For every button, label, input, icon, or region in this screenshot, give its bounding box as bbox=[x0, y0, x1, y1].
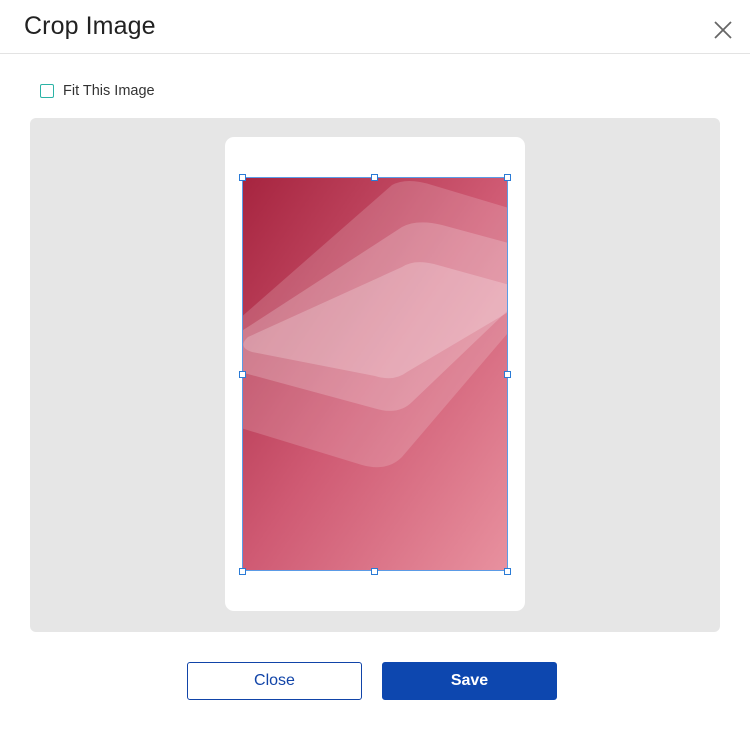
fit-image-checkbox[interactable] bbox=[40, 84, 54, 98]
fit-image-option: Fit This Image bbox=[40, 82, 155, 100]
dialog-title: Crop Image bbox=[24, 12, 156, 40]
crop-handle-top-center[interactable] bbox=[371, 174, 378, 181]
close-icon[interactable] bbox=[710, 17, 736, 43]
crop-canvas bbox=[30, 118, 720, 632]
crop-handle-middle-right[interactable] bbox=[504, 371, 511, 378]
crop-handle-bottom-right[interactable] bbox=[504, 568, 511, 575]
save-button[interactable]: Save bbox=[382, 662, 557, 700]
crop-handle-top-right[interactable] bbox=[504, 174, 511, 181]
crop-handle-top-left[interactable] bbox=[239, 174, 246, 181]
close-button[interactable]: Close bbox=[187, 662, 362, 700]
crop-handle-middle-left[interactable] bbox=[239, 371, 246, 378]
crop-handle-bottom-left[interactable] bbox=[239, 568, 246, 575]
crop-image-dialog: Crop Image Fit This Image Close Save bbox=[0, 0, 750, 740]
crop-image[interactable] bbox=[242, 177, 508, 571]
image-card bbox=[225, 137, 525, 611]
crop-handle-bottom-center[interactable] bbox=[371, 568, 378, 575]
dialog-header: Crop Image bbox=[0, 0, 750, 54]
fit-image-label[interactable]: Fit This Image bbox=[63, 83, 155, 99]
